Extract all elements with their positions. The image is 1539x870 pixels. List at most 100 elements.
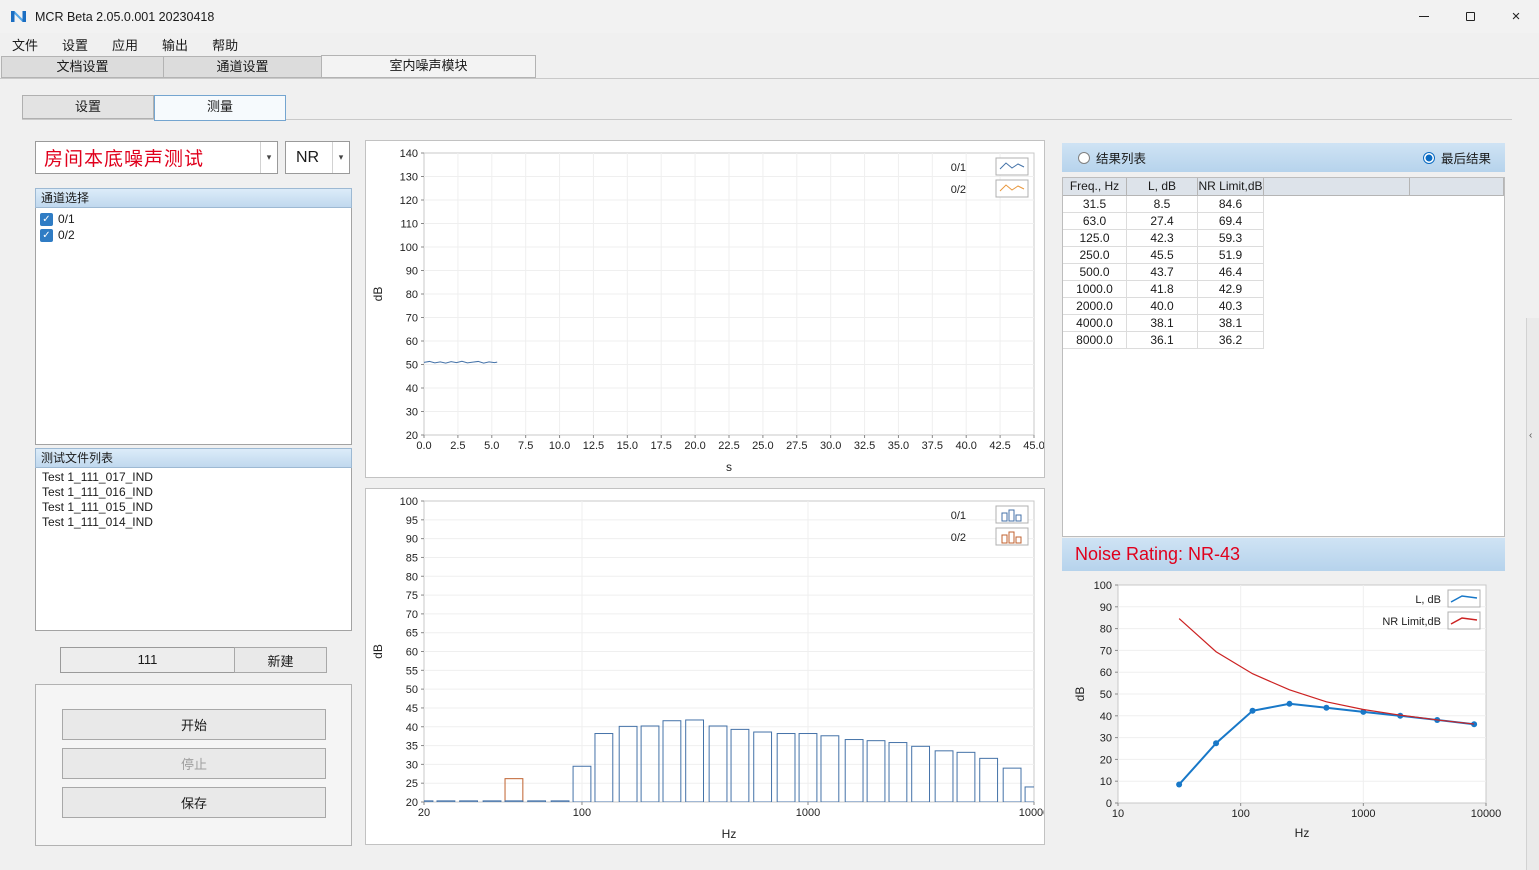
table-row[interactable]: 1000.041.842.9	[1063, 281, 1504, 298]
session-name-input[interactable]: 111	[60, 647, 235, 673]
chevron-down-icon[interactable]: ▾	[260, 142, 277, 173]
table-cell: 36.2	[1198, 332, 1264, 349]
svg-text:120: 120	[400, 195, 418, 207]
svg-text:42.5: 42.5	[989, 440, 1010, 452]
channel-section-header: 通道选择	[35, 188, 352, 208]
channel-list[interactable]: ✓0/1✓0/2	[35, 208, 352, 445]
results-table: Freq., HzL, dBNR Limit,dB 31.58.584.663.…	[1062, 177, 1505, 537]
close-icon: ×	[1512, 8, 1521, 25]
list-item[interactable]: Test 1_111_016_IND	[36, 485, 351, 500]
table-cell: 42.9	[1198, 281, 1264, 298]
table-cell: 43.7	[1127, 264, 1198, 281]
stop-button[interactable]: 停止	[62, 748, 326, 779]
radio-last-result[interactable]: 最后结果	[1423, 148, 1491, 167]
menu-output[interactable]: 输出	[150, 33, 200, 56]
checkbox-checked-icon[interactable]: ✓	[40, 213, 53, 226]
close-button[interactable]: ×	[1493, 0, 1539, 33]
maximize-icon	[1466, 12, 1475, 21]
table-cell	[1410, 196, 1504, 213]
file-section-header: 测试文件列表	[35, 448, 352, 468]
table-cell	[1264, 332, 1410, 349]
menu-file[interactable]: 文件	[0, 33, 50, 56]
svg-text:dB: dB	[371, 287, 385, 302]
svg-text:2.5: 2.5	[450, 440, 465, 452]
side-panel-collapse-strip[interactable]: ‹	[1526, 318, 1539, 870]
table-body: 31.58.584.663.027.469.4125.042.359.3250.…	[1063, 196, 1504, 349]
svg-text:0: 0	[1106, 798, 1112, 810]
tab-channel-settings[interactable]: 通道设置	[163, 56, 321, 78]
table-cell: 46.4	[1198, 264, 1264, 281]
list-item[interactable]: Test 1_111_015_IND	[36, 500, 351, 515]
table-cell: 27.4	[1127, 213, 1198, 230]
table-cell: 36.1	[1127, 332, 1198, 349]
table-cell: 40.3	[1198, 298, 1264, 315]
table-row[interactable]: 4000.038.138.1	[1063, 315, 1504, 332]
table-row[interactable]: 500.043.746.4	[1063, 264, 1504, 281]
tab-document-settings[interactable]: 文档设置	[1, 56, 163, 78]
svg-text:100: 100	[1231, 808, 1249, 820]
svg-text:80: 80	[406, 289, 418, 301]
radio-last-result-label: 最后结果	[1441, 148, 1491, 167]
start-button[interactable]: 开始	[62, 709, 326, 740]
table-cell	[1264, 281, 1410, 298]
svg-text:70: 70	[406, 609, 418, 621]
subtab-settings[interactable]: 设置	[22, 95, 154, 119]
channel-item[interactable]: ✓ 0/2	[36, 227, 351, 243]
save-button[interactable]: 保存	[62, 787, 326, 818]
svg-text:10: 10	[1112, 808, 1124, 820]
table-row[interactable]: 31.58.584.6	[1063, 196, 1504, 213]
column-header	[1264, 178, 1410, 195]
table-row[interactable]: 63.027.469.4	[1063, 213, 1504, 230]
tab-room-noise-module[interactable]: 室内噪声模块	[321, 55, 536, 78]
channel-item[interactable]: ✓0/1	[36, 211, 351, 227]
svg-text:40: 40	[406, 722, 418, 734]
radio-unselected-icon	[1078, 152, 1090, 164]
table-cell	[1410, 230, 1504, 247]
maximize-button[interactable]	[1447, 0, 1493, 33]
table-row[interactable]: 8000.036.136.2	[1063, 332, 1504, 349]
svg-text:Hz: Hz	[1295, 826, 1310, 840]
subtab-measure[interactable]: 测量	[154, 95, 286, 121]
svg-text:30.0: 30.0	[820, 440, 841, 452]
svg-text:30: 30	[406, 407, 418, 419]
table-cell: 84.6	[1198, 196, 1264, 213]
table-cell: 41.8	[1127, 281, 1198, 298]
menu-help[interactable]: 帮助	[200, 33, 250, 56]
menu-apply[interactable]: 应用	[100, 33, 150, 56]
svg-text:70: 70	[1100, 645, 1112, 657]
minimize-icon	[1419, 16, 1429, 17]
table-cell: 42.3	[1127, 230, 1198, 247]
menu-bar: 文件设置应用输出帮助	[0, 33, 1539, 56]
test-type-select[interactable]: 房间本底噪声测试 ▾	[35, 141, 278, 174]
rating-type-select[interactable]: NR ▾	[285, 141, 350, 174]
measurement-control-group: 开始 停止 保存	[35, 684, 352, 846]
list-item[interactable]: Test 1_111_017_IND	[36, 470, 351, 485]
column-header: L, dB	[1127, 178, 1198, 195]
svg-text:10.0: 10.0	[549, 440, 570, 452]
svg-text:7.5: 7.5	[518, 440, 533, 452]
table-cell	[1410, 247, 1504, 264]
new-button[interactable]: 新建	[234, 647, 327, 673]
svg-text:30: 30	[1100, 733, 1112, 745]
checkbox-checked-icon[interactable]: ✓	[40, 229, 53, 242]
svg-text:Hz: Hz	[722, 827, 737, 841]
app-logo-icon	[10, 8, 27, 25]
minimize-button[interactable]	[1401, 0, 1447, 33]
table-row[interactable]: 250.045.551.9	[1063, 247, 1504, 264]
column-header: Freq., Hz	[1063, 178, 1127, 195]
rating-type-value: NR	[286, 149, 332, 167]
table-row[interactable]: 2000.040.040.3	[1063, 298, 1504, 315]
chevron-down-icon[interactable]: ▾	[332, 142, 349, 173]
svg-text:60: 60	[406, 647, 418, 659]
svg-text:10000: 10000	[1019, 807, 1044, 819]
menu-settings[interactable]: 设置	[50, 33, 100, 56]
table-row[interactable]: 125.042.359.3	[1063, 230, 1504, 247]
channel-label: 0/2	[58, 228, 75, 242]
window-title: MCR Beta 2.05.0.001 20230418	[35, 10, 214, 24]
test-file-list[interactable]: Test 1_111_017_INDTest 1_111_016_INDTest…	[35, 468, 352, 631]
table-cell: 38.1	[1127, 315, 1198, 332]
test-type-value: 房间本底噪声测试	[36, 144, 260, 171]
list-item[interactable]: Test 1_111_014_IND	[36, 515, 351, 530]
radio-result-list[interactable]: 结果列表	[1078, 148, 1146, 167]
nr-result-canvas: 101001000100000102030405060708090100HzdB…	[1062, 575, 1504, 843]
